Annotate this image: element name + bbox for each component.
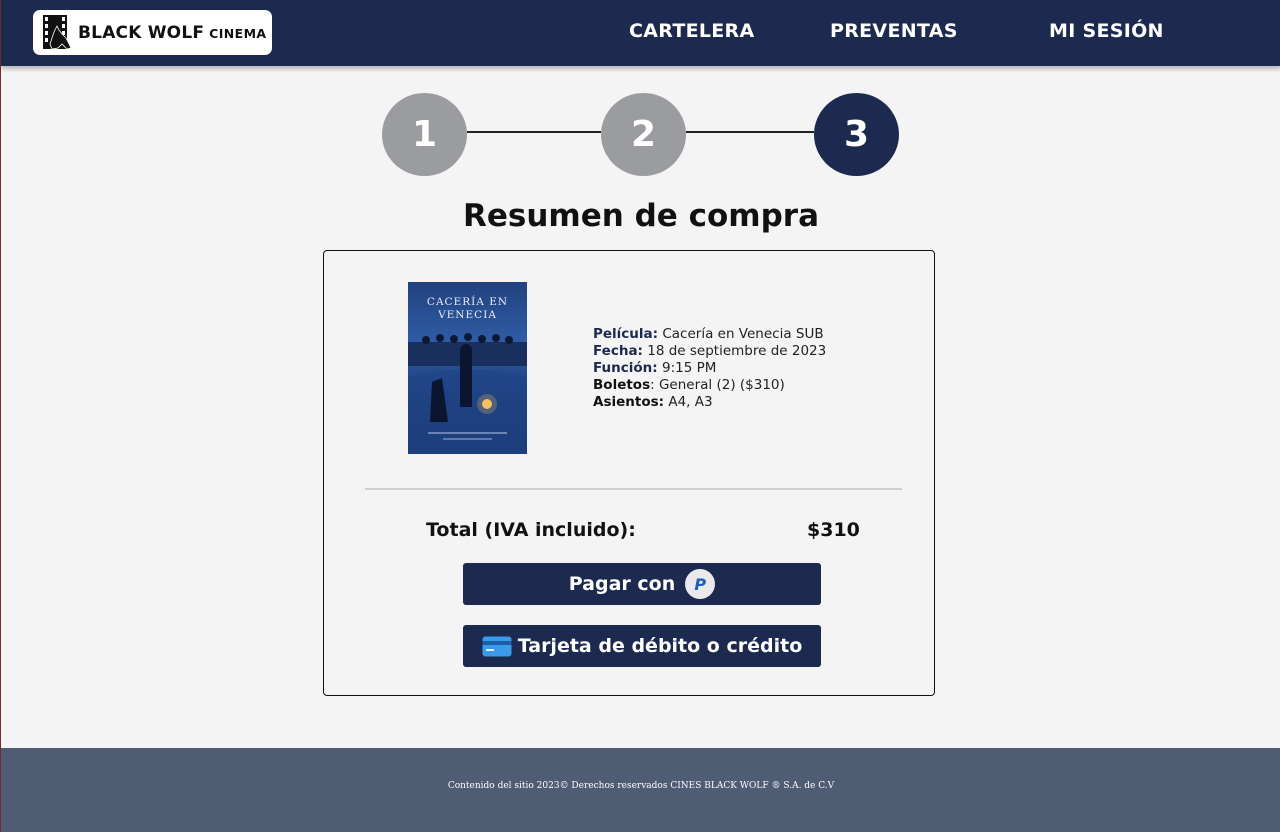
site-footer: Contenido del sitio 2023© Derechos reser… xyxy=(1,748,1280,832)
summary-divider xyxy=(365,488,902,490)
nav-cartelera[interactable]: CARTELERA xyxy=(629,20,755,42)
detail-value: A4, A3 xyxy=(664,394,713,410)
brand-sub-text: CINEMA xyxy=(209,25,267,41)
nav-mi-sesion[interactable]: MI SESIÓN xyxy=(1049,20,1164,42)
detail-boletos: Boletos: General (2) ($310) xyxy=(593,377,826,394)
detail-label: Asientos: xyxy=(593,394,665,410)
movie-poster: CACERÍA EN VENECIA xyxy=(408,282,527,454)
wolf-film-logo-icon xyxy=(43,14,72,49)
paypal-icon: P xyxy=(685,569,716,599)
step-connector xyxy=(686,131,814,133)
detail-value: Cacería en Venecia SUB xyxy=(658,326,824,342)
step-1: 1 xyxy=(382,93,467,176)
detail-label: Función: xyxy=(593,360,658,376)
step-2: 2 xyxy=(601,93,686,176)
detail-funcion: Función: 9:15 PM xyxy=(593,360,826,377)
brand-name: BLACK WOLF CINEMA xyxy=(78,23,267,43)
pay-with-card-button[interactable]: Tarjeta de débito o crédito xyxy=(463,625,821,667)
page-title: Resumen de compra xyxy=(463,198,819,234)
detail-label: Fecha: xyxy=(593,343,643,359)
nav-preventas[interactable]: PREVENTAS xyxy=(830,20,958,42)
detail-asientos: Asientos: A4, A3 xyxy=(593,394,826,411)
total-amount: $310 xyxy=(807,519,860,541)
pay-with-paypal-button[interactable]: Pagar con P xyxy=(463,563,821,605)
purchase-summary-card: CACERÍA EN VENECIA Película: Cacería en … xyxy=(323,250,935,696)
purchase-details: Película: Cacería en Venecia SUB Fecha: … xyxy=(593,326,826,411)
step-3-current: 3 xyxy=(814,93,899,176)
footer-copyright: Contenido del sitio 2023© Derechos reser… xyxy=(447,781,835,791)
detail-label: Película: xyxy=(593,326,659,342)
pay-card-label: Tarjeta de débito o crédito xyxy=(517,635,803,657)
detail-value: 18 de septiembre de 2023 xyxy=(642,343,827,359)
credit-card-icon xyxy=(482,636,512,657)
poster-art-icon xyxy=(408,333,527,454)
top-navbar: BLACK WOLF CINEMA CARTELERA PREVENTAS MI … xyxy=(1,0,1280,66)
detail-value: 9:15 PM xyxy=(657,360,717,376)
detail-value: : General (2) ($310) xyxy=(650,377,785,393)
total-label: Total (IVA incluido): xyxy=(426,519,636,541)
detail-fecha: Fecha: 18 de septiembre de 2023 xyxy=(593,343,826,360)
step-connector xyxy=(467,131,601,133)
detail-label: Boletos xyxy=(593,377,651,393)
detail-pelicula: Película: Cacería en Venecia SUB xyxy=(593,326,826,343)
brand-logo[interactable]: BLACK WOLF CINEMA xyxy=(33,10,272,55)
brand-main-text: BLACK WOLF xyxy=(78,22,205,43)
pay-paypal-label: Pagar con xyxy=(568,573,676,595)
